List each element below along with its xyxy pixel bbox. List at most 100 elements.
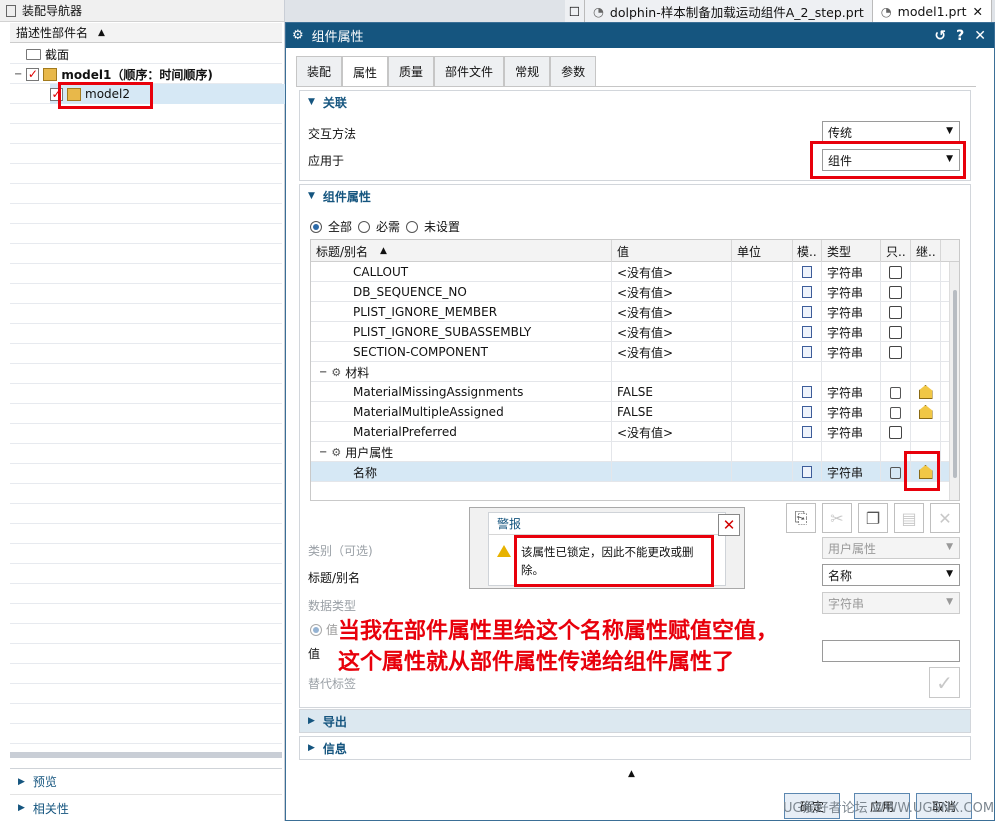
cell-readonly[interactable]: [881, 422, 911, 442]
collapse-icon[interactable]: −: [319, 367, 327, 378]
table-row[interactable]: − ⚙ 用户属性: [311, 442, 951, 462]
info-section[interactable]: ▶ 信息: [299, 736, 971, 760]
dependency-panel[interactable]: ▶ 相关性: [10, 795, 282, 821]
navigator-column-header[interactable]: 描述性部件名 ▲: [10, 23, 282, 43]
cell-readonly[interactable]: [881, 342, 911, 362]
tree-item-model2[interactable]: ✓ model2: [50, 84, 285, 104]
cell-readonly[interactable]: [881, 382, 911, 402]
tab-mass[interactable]: 质量: [388, 56, 435, 86]
col-title[interactable]: 标题/别名 ▲: [311, 240, 612, 262]
tab-general[interactable]: 常规: [504, 56, 551, 86]
cell-inherit[interactable]: [911, 402, 941, 422]
dropdown-arrow-icon: ▼: [946, 542, 953, 552]
radio-all[interactable]: [310, 220, 322, 233]
cell-inherit[interactable]: [911, 322, 941, 342]
table-row[interactable]: PLIST_IGNORE_SUBASSEMBLY <没有值> 字符串: [311, 322, 951, 342]
cell-readonly[interactable]: [881, 402, 911, 422]
cell-inherit[interactable]: [911, 342, 941, 362]
col-unit[interactable]: 单位: [732, 240, 793, 262]
horizontal-scrollbar[interactable]: [10, 752, 282, 758]
cell-inherit[interactable]: [911, 362, 941, 382]
value-radio[interactable]: 值: [310, 621, 338, 638]
tab-attributes[interactable]: 属性: [342, 56, 389, 87]
reset-icon[interactable]: ↺: [934, 28, 946, 44]
radio-value[interactable]: [310, 623, 322, 636]
tab-part-file[interactable]: 部件文件: [434, 56, 505, 86]
table-row[interactable]: DB_SEQUENCE_NO <没有值> 字符串: [311, 282, 951, 302]
help-icon[interactable]: ?: [956, 28, 964, 44]
delete-button[interactable]: ✕: [930, 503, 960, 533]
cell-title: 名称: [311, 462, 612, 482]
checkbox-model1[interactable]: ✓: [26, 67, 40, 81]
cell-readonly[interactable]: [881, 362, 911, 382]
association-header[interactable]: ▼ 关联: [300, 91, 970, 113]
category-select[interactable]: 用户属性 ▼: [822, 537, 960, 559]
table-row[interactable]: SECTION-COMPONENT <没有值> 字符串: [311, 342, 951, 362]
tree-item-section[interactable]: 截面: [26, 44, 69, 64]
cell-inherit[interactable]: [911, 462, 941, 482]
export-section[interactable]: ▶ 导出: [299, 709, 971, 733]
cell-text: PLIST_IGNORE_MEMBER: [353, 305, 498, 319]
collapse-icon[interactable]: −: [319, 447, 327, 458]
cell-inherit[interactable]: [911, 442, 941, 462]
cut-button[interactable]: ✂: [822, 503, 852, 533]
check-confirm-button[interactable]: ✓: [929, 667, 960, 698]
cell-inherit[interactable]: [911, 282, 941, 302]
cell-title: SECTION-COMPONENT: [311, 342, 612, 362]
interaction-method-select[interactable]: 传统 ▼: [822, 121, 960, 143]
radio-unset[interactable]: [406, 220, 419, 233]
info-header[interactable]: ▶ 信息: [300, 737, 970, 759]
table-row[interactable]: CALLOUT <没有值> 字符串: [311, 262, 951, 282]
table-row[interactable]: MaterialMissingAssignments FALSE 字符串: [311, 382, 951, 402]
grid-scrollbar[interactable]: [949, 262, 959, 500]
collapse-icon[interactable]: −: [14, 69, 22, 80]
tab-assembly[interactable]: 装配: [296, 56, 343, 86]
component-attributes-header[interactable]: ▼ 组件属性: [300, 185, 970, 207]
cell-readonly[interactable]: [881, 262, 911, 282]
cell-inherit[interactable]: [911, 422, 941, 442]
cell-inherit[interactable]: [911, 382, 941, 402]
alert-close-button[interactable]: ✕: [718, 514, 740, 536]
window-restore-icon[interactable]: ☐: [565, 0, 585, 22]
tab-dolphin-file[interactable]: ◔ dolphin-样本制备加载运动组件A_2_step.prt: [585, 0, 873, 22]
table-row[interactable]: − ⚙ 材料: [311, 362, 951, 382]
tab-parameters[interactable]: 参数: [550, 56, 597, 86]
col-inherit[interactable]: 继..: [911, 240, 941, 262]
cell-readonly[interactable]: [881, 322, 911, 342]
cell-inherit[interactable]: [911, 262, 941, 282]
scrollbar-thumb[interactable]: [953, 290, 957, 478]
radio-required[interactable]: [358, 220, 371, 233]
collapse-up-icon[interactable]: ▲: [628, 769, 635, 779]
paste-button[interactable]: ▤: [894, 503, 924, 533]
cell-inherit[interactable]: [911, 302, 941, 322]
cell-text: <没有值>: [617, 345, 674, 360]
value-input[interactable]: [822, 640, 960, 662]
cell-readonly[interactable]: [881, 302, 911, 322]
table-row[interactable]: 名称 字符串: [311, 462, 951, 482]
col-template[interactable]: 模..: [793, 240, 822, 262]
cell-readonly[interactable]: [881, 282, 911, 302]
cell-unit: [732, 302, 793, 322]
checkbox-model2[interactable]: ✓: [50, 87, 63, 101]
close-icon[interactable]: ✕: [974, 28, 986, 44]
table-row[interactable]: MaterialMultipleAssigned FALSE 字符串: [311, 402, 951, 422]
col-readonly[interactable]: 只..: [881, 240, 911, 262]
new-attribute-button[interactable]: ⎘: [786, 503, 816, 533]
tree-item-model1[interactable]: − ✓ model1（顺序：时间顺序): [14, 64, 213, 84]
table-row[interactable]: PLIST_IGNORE_MEMBER <没有值> 字符串: [311, 302, 951, 322]
tab-divider: [296, 86, 976, 87]
col-type[interactable]: 类型: [822, 240, 881, 262]
tab-close-icon[interactable]: ✕: [972, 4, 982, 19]
preview-panel[interactable]: ▶ 预览: [10, 769, 282, 795]
cell-readonly[interactable]: [881, 442, 911, 462]
export-header[interactable]: ▶ 导出: [300, 710, 970, 732]
apply-to-select[interactable]: 组件 ▼: [822, 149, 960, 171]
cell-readonly[interactable]: [881, 462, 911, 482]
col-value[interactable]: 值: [612, 240, 732, 262]
copy-button[interactable]: ❐: [858, 503, 888, 533]
dialog-title: 组件属性: [311, 30, 364, 45]
table-row[interactable]: MaterialPreferred <没有值> 字符串: [311, 422, 951, 442]
datatype-select[interactable]: 字符串 ▼: [822, 592, 960, 614]
tab-model1-file[interactable]: ◔ model1.prt ✕: [872, 0, 992, 22]
title-alias-select[interactable]: 名称 ▼: [822, 564, 960, 586]
